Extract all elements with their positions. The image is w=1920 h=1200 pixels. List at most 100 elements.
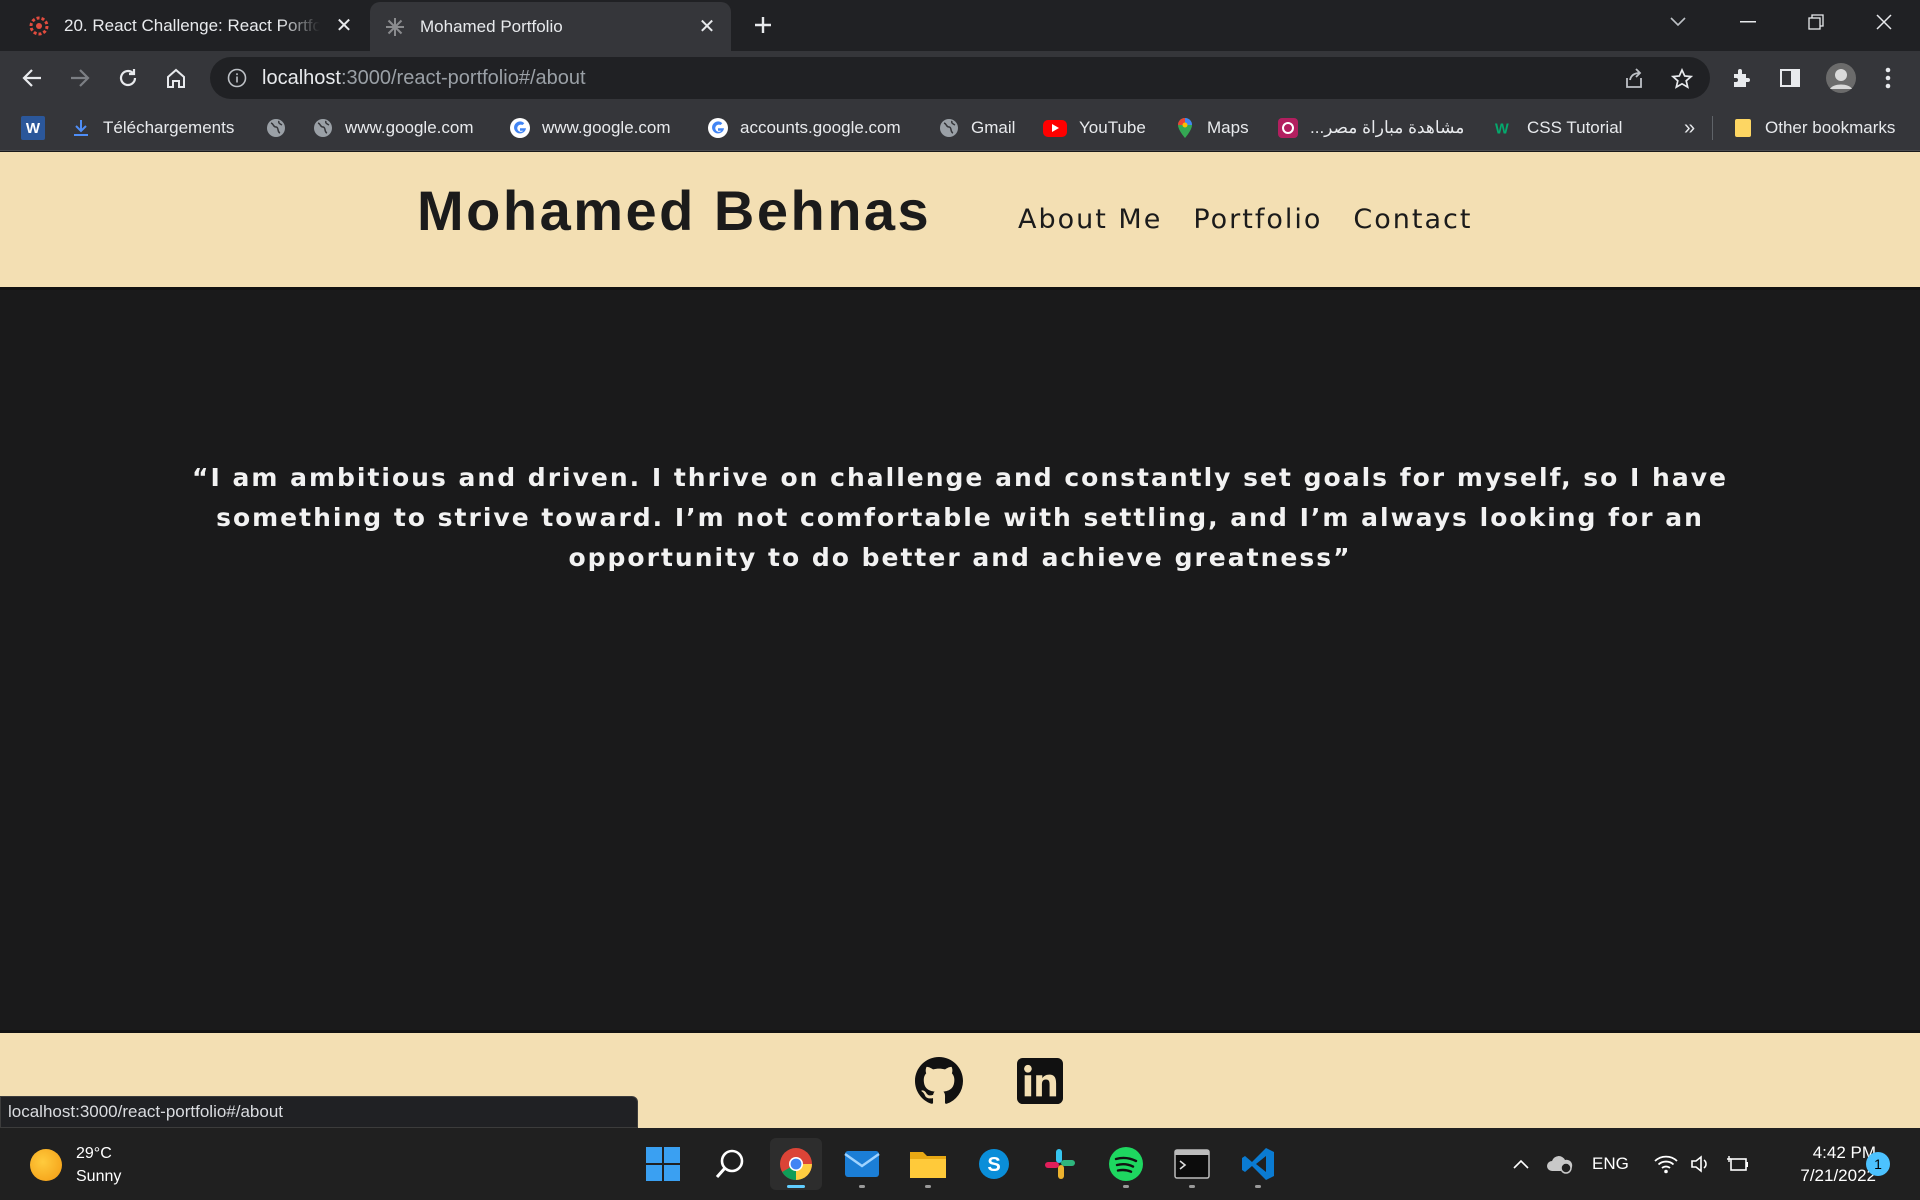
- address-bar[interactable]: localhost:3000/react-portfolio#/about: [210, 57, 1710, 99]
- bookmark-arabic-match[interactable]: مشاهدة مباراة مصر...: [1278, 105, 1464, 151]
- running-indicator: [1255, 1185, 1261, 1188]
- tab-mohamed-portfolio[interactable]: Mohamed Portfolio ✕: [370, 2, 731, 51]
- bookmark-label: www.google.com: [345, 118, 474, 137]
- notification-badge[interactable]: 1: [1866, 1152, 1890, 1176]
- bookmark-word[interactable]: W: [21, 105, 57, 151]
- bookmark-label: Gmail: [971, 118, 1016, 137]
- weather-temp: 29°C: [76, 1145, 112, 1162]
- globe-icon: [313, 118, 333, 138]
- bookmark-google-2[interactable]: www.google.com: [510, 105, 671, 151]
- other-bookmarks[interactable]: Other bookmarks: [1733, 105, 1895, 151]
- linkedin-icon[interactable]: [1015, 1056, 1065, 1106]
- reload-icon[interactable]: [110, 60, 146, 96]
- minimize-icon[interactable]: [1720, 0, 1776, 44]
- running-indicator: [1189, 1185, 1195, 1188]
- udemy-favicon-icon: [28, 15, 50, 37]
- url-path: :3000/react-portfolio#/about: [340, 66, 586, 89]
- show-hidden-icons-chevron-icon[interactable]: [1512, 1128, 1530, 1200]
- bookmark-maps[interactable]: Maps: [1175, 105, 1249, 151]
- tab-strip: 20. React Challenge: React Portfolio ✕ M…: [0, 0, 1920, 51]
- forward-icon[interactable]: [62, 60, 98, 96]
- nav-contact[interactable]: Contact: [1353, 204, 1472, 235]
- close-tab-icon[interactable]: ✕: [332, 14, 356, 38]
- weather-widget[interactable]: 29°C Sunny: [30, 1142, 121, 1188]
- bookmark-gmail[interactable]: Gmail: [939, 105, 1015, 151]
- extensions-icon[interactable]: [1728, 64, 1756, 92]
- running-indicator: [1123, 1185, 1129, 1188]
- windows-taskbar: 29°C Sunny S ENG 4:42 PM 7/21/2022 1: [0, 1128, 1920, 1200]
- svg-text:S: S: [987, 1154, 1000, 1176]
- taskbar-clock[interactable]: 4:42 PM 7/21/2022: [1760, 1141, 1876, 1187]
- clock-time: 4:42 PM: [1812, 1143, 1876, 1162]
- back-icon[interactable]: [14, 60, 50, 96]
- site-brand[interactable]: Mohamed Behnas: [417, 178, 931, 243]
- mail-icon[interactable]: [836, 1138, 888, 1190]
- download-icon: [71, 118, 91, 138]
- tab-title: Mohamed Portfolio: [420, 16, 563, 36]
- github-icon[interactable]: [914, 1056, 964, 1106]
- site-header: Mohamed Behnas About Me Portfolio Contac…: [0, 152, 1920, 290]
- bookmark-accounts-google[interactable]: accounts.google.com: [708, 105, 901, 151]
- language-indicator[interactable]: ENG: [1592, 1128, 1629, 1200]
- chrome-icon[interactable]: [770, 1138, 822, 1190]
- bookmark-label: Other bookmarks: [1765, 118, 1896, 137]
- svg-text:W: W: [1495, 121, 1509, 137]
- nav-portfolio[interactable]: Portfolio: [1193, 204, 1322, 235]
- site-nav: About Me Portfolio Contact: [1018, 204, 1503, 235]
- bookmark-telechargements[interactable]: Téléchargements: [71, 105, 234, 151]
- about-quote: “I am ambitious and driven. I thrive on …: [192, 463, 1728, 572]
- bookmark-star-icon[interactable]: [1670, 67, 1694, 91]
- skype-icon[interactable]: S: [968, 1138, 1020, 1190]
- tab-react-challenge[interactable]: 20. React Challenge: React Portfolio ✕: [14, 0, 368, 51]
- nav-about-me[interactable]: About Me: [1018, 204, 1162, 235]
- file-explorer-icon[interactable]: [902, 1138, 954, 1190]
- link-status-bubble: localhost:3000/react-portfolio#/about: [0, 1096, 638, 1128]
- profile-avatar[interactable]: [1824, 61, 1858, 95]
- bookmarks-overflow-button[interactable]: »: [1684, 105, 1695, 151]
- volume-icon[interactable]: [1690, 1128, 1712, 1200]
- menu-kebab-icon[interactable]: [1874, 64, 1902, 92]
- site-icon: [1278, 118, 1298, 138]
- close-tab-icon[interactable]: ✕: [695, 15, 719, 39]
- youtube-icon: [1043, 119, 1067, 137]
- google-icon: [510, 118, 530, 138]
- bookmark-label: Maps: [1207, 118, 1249, 137]
- spotify-icon[interactable]: [1100, 1138, 1152, 1190]
- new-tab-icon[interactable]: [748, 10, 778, 40]
- running-indicator: [925, 1185, 931, 1188]
- search-icon[interactable]: [704, 1138, 756, 1190]
- slack-icon[interactable]: [1034, 1138, 1086, 1190]
- word-icon: W: [21, 116, 45, 140]
- globe-icon: [939, 118, 959, 138]
- bookmark-label: Téléchargements: [103, 118, 235, 137]
- bookmark-label: www.google.com: [542, 118, 671, 137]
- url-host: localhost: [262, 66, 341, 89]
- terminal-icon[interactable]: [1166, 1138, 1218, 1190]
- start-icon[interactable]: [637, 1138, 689, 1190]
- sun-icon: [30, 1149, 62, 1181]
- site-info-icon[interactable]: [226, 67, 248, 89]
- bookmark-youtube[interactable]: YouTube: [1043, 105, 1146, 151]
- home-icon[interactable]: [158, 60, 194, 96]
- clock-date: 7/21/2022: [1800, 1166, 1876, 1185]
- bookmark-label: accounts.google.com: [740, 118, 901, 137]
- vscode-icon[interactable]: [1232, 1138, 1284, 1190]
- google-icon: [708, 118, 728, 138]
- react-favicon-icon: [384, 16, 406, 38]
- browser-toolbar: localhost:3000/react-portfolio#/about: [0, 51, 1920, 105]
- restore-icon[interactable]: [1788, 0, 1844, 44]
- close-window-icon[interactable]: [1856, 0, 1912, 44]
- wifi-icon[interactable]: [1654, 1128, 1678, 1200]
- battery-icon[interactable]: [1726, 1128, 1750, 1200]
- bookmark-label: CSS Tutorial: [1527, 118, 1623, 137]
- share-icon[interactable]: [1622, 67, 1646, 91]
- bookmark-google-1[interactable]: www.google.com: [313, 105, 474, 151]
- tab-title: 20. React Challenge: React Portfolio: [64, 15, 320, 35]
- onedrive-icon[interactable]: [1546, 1128, 1574, 1200]
- running-indicator: [859, 1185, 865, 1188]
- side-panel-icon[interactable]: [1776, 64, 1804, 92]
- bookmark-css-tutorial[interactable]: W CSS Tutorial: [1495, 105, 1622, 151]
- bookmarks-bar: W Téléchargements www.google.com www.goo…: [0, 105, 1920, 151]
- bookmark-globe[interactable]: [266, 105, 298, 151]
- tab-search-chevron-icon[interactable]: [1650, 0, 1706, 44]
